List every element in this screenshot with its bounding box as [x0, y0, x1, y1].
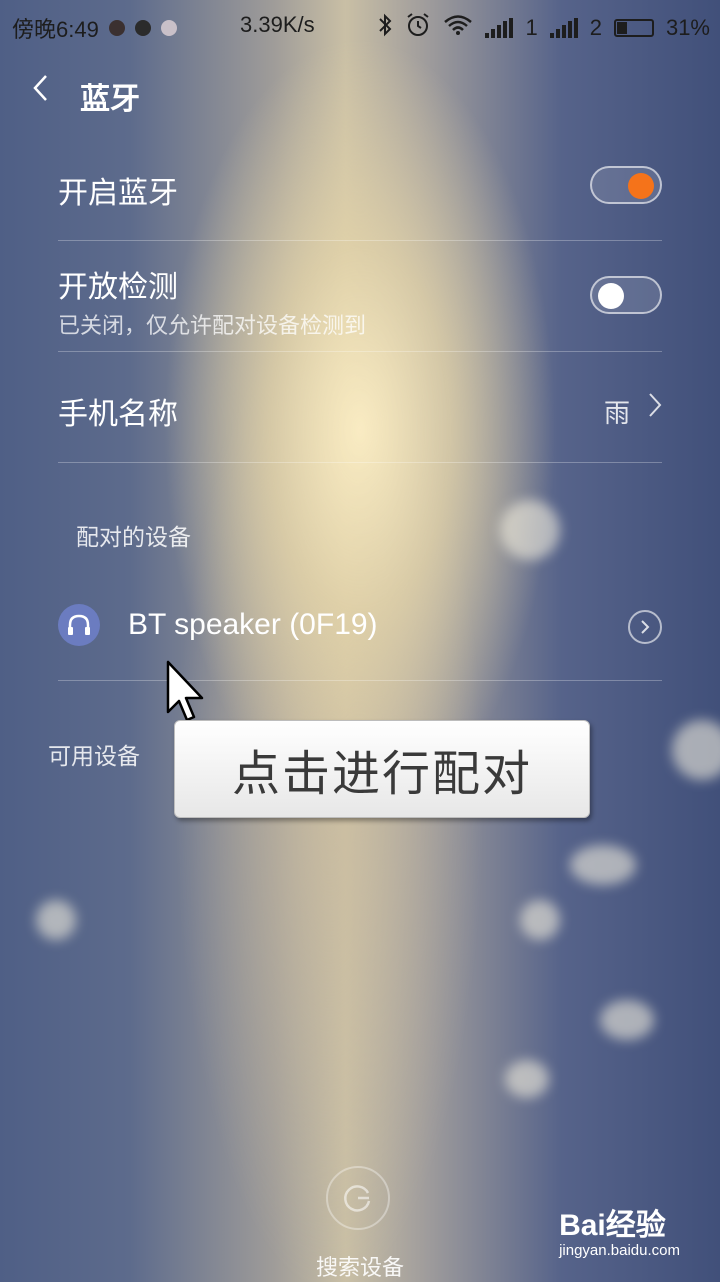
bokeh-light: [600, 1000, 654, 1040]
chevron-right-icon: [641, 620, 650, 634]
discoverable-toggle-row[interactable]: 开放检测 已关闭，仅允许配对设备检测到: [58, 240, 662, 352]
chevron-right-icon: [648, 391, 662, 426]
device-details-button[interactable]: [628, 610, 662, 644]
page-title: 蓝牙: [80, 82, 140, 117]
bluetooth-label: 开启蓝牙: [58, 176, 178, 211]
device-name: BT speaker (0F19): [128, 608, 378, 641]
status-bar: 傍晚6:49 3.39K/s 1 2 31%: [0, 0, 720, 52]
back-button[interactable]: [30, 72, 50, 113]
paired-device-item[interactable]: BT speaker (0F19): [58, 590, 662, 681]
notification-icon: [108, 20, 125, 36]
network-speed: 3.39K/s: [240, 12, 315, 37]
bluetooth-toggle-row[interactable]: 开启蓝牙: [58, 130, 662, 241]
status-time: 傍晚6:49: [12, 17, 99, 42]
pairing-hint-callout: 点击进行配对: [174, 720, 590, 818]
watermark-url: jingyan.baidu.com: [559, 1242, 680, 1259]
phone-name-row[interactable]: 手机名称 雨: [58, 351, 662, 463]
refresh-icon: [344, 1185, 371, 1212]
phone-name-value: 雨: [603, 399, 630, 429]
switch-knob: [598, 283, 624, 309]
discoverable-label: 开放检测: [58, 270, 178, 305]
alarm-icon: [405, 12, 431, 44]
available-devices-header: 可用设备: [48, 744, 140, 770]
notification-icon: [134, 20, 151, 36]
paired-devices-header: 配对的设备: [76, 525, 191, 551]
phone-name-label: 手机名称: [58, 397, 178, 432]
bokeh-light: [505, 1060, 549, 1098]
app-header: 蓝牙: [0, 62, 720, 124]
battery-icon: [613, 19, 654, 37]
watermark-logo: Bai经验: [559, 1209, 666, 1242]
headphones-icon: [58, 604, 100, 646]
bokeh-light: [520, 900, 560, 940]
wifi-icon: [443, 14, 473, 42]
search-devices-button[interactable]: [326, 1166, 390, 1230]
chevron-left-icon: [33, 75, 47, 101]
bokeh-light: [500, 500, 560, 560]
bokeh-light: [36, 900, 76, 940]
signal-icon: [549, 18, 578, 38]
sim2-label: 2: [589, 15, 602, 40]
bokeh-light: [570, 845, 636, 885]
bluetooth-switch[interactable]: [590, 166, 662, 204]
bokeh-light: [672, 720, 720, 780]
sim1-label: 1: [525, 15, 538, 40]
baidu-jingyan-watermark: Bai经验 jingyan.baidu.com: [559, 1200, 680, 1259]
notification-icon: [160, 20, 177, 36]
signal-icon: [485, 18, 514, 38]
discoverable-subtitle: 已关闭，仅允许配对设备检测到: [58, 314, 367, 339]
discoverable-switch[interactable]: [590, 276, 662, 314]
battery-percent: 31%: [665, 15, 710, 40]
bluetooth-icon: [377, 13, 393, 43]
switch-knob: [628, 173, 654, 199]
